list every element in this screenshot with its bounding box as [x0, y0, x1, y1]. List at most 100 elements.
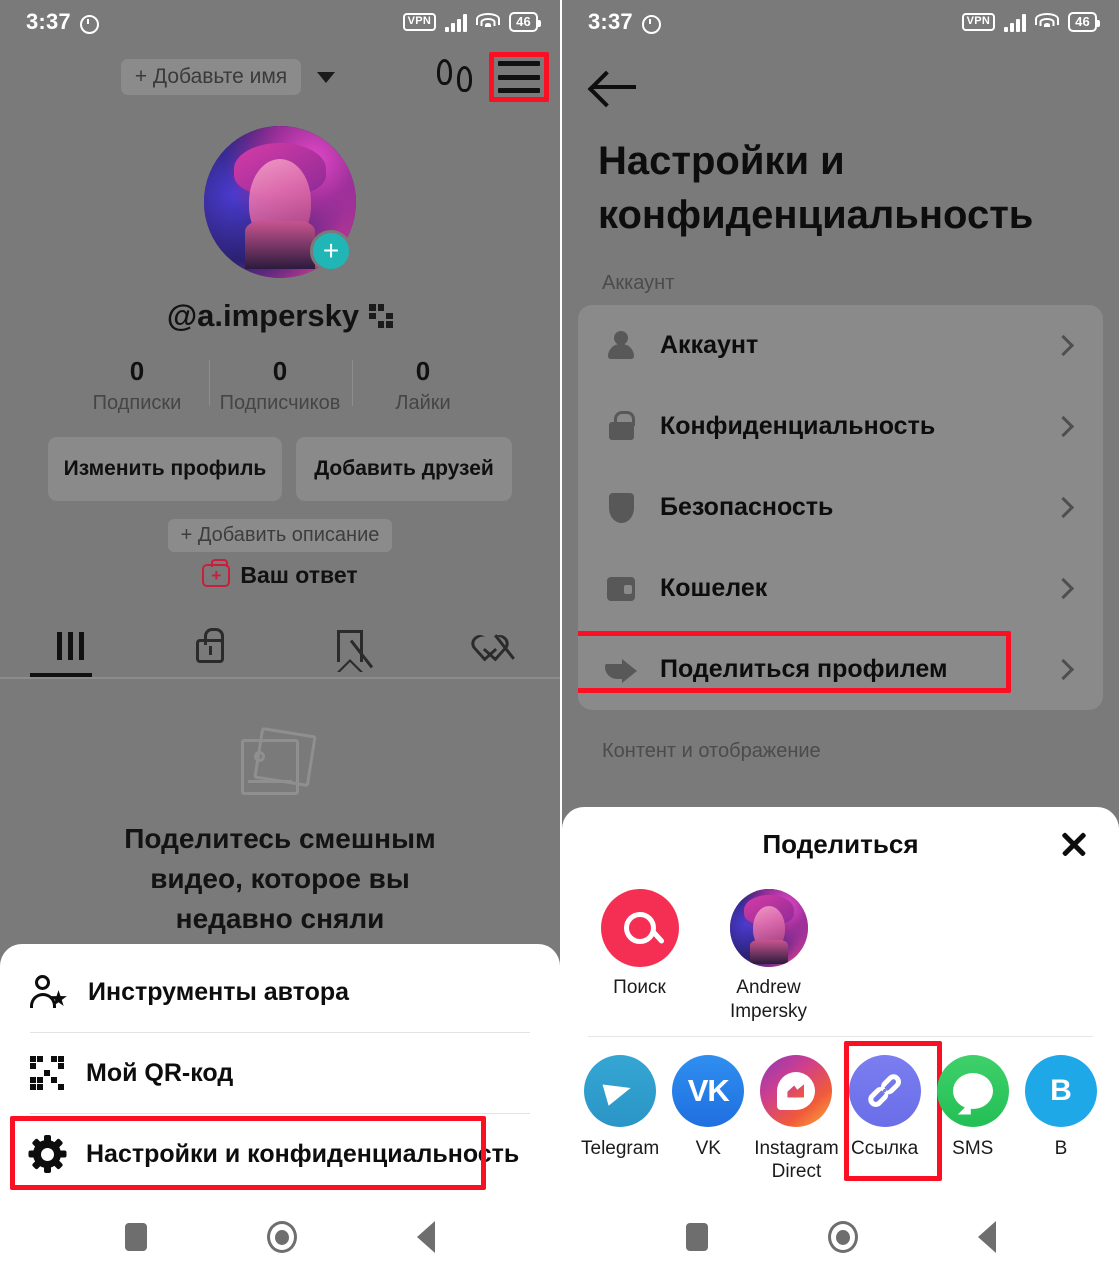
- your-answer-button[interactable]: + Ваш ответ: [0, 559, 560, 589]
- recents-square-icon[interactable]: [685, 1223, 708, 1251]
- battery-icon: 46: [1068, 11, 1100, 33]
- alarm-icon: [78, 12, 99, 34]
- instagram-direct-icon: [760, 1054, 833, 1127]
- app-label: VK: [695, 1137, 721, 1159]
- add-name-button[interactable]: + Добавьте имя: [120, 59, 302, 95]
- footprints-icon[interactable]: [436, 57, 480, 97]
- profile-tabs: [0, 615, 560, 679]
- stat-following[interactable]: 0 Подписки: [66, 356, 209, 415]
- sheet-item-settings-privacy[interactable]: Настройки и конфиденциальность: [0, 1114, 560, 1194]
- contact-label: Поиск: [613, 977, 666, 998]
- close-icon[interactable]: [1059, 829, 1089, 859]
- left-screen-profile: 3:37 VPN 46 + Добавьте имя + @a.impersky…: [0, 0, 560, 1280]
- section-label-content: Контент и отображение: [602, 740, 821, 762]
- person-star-icon: ★: [30, 974, 67, 1010]
- qr-code-icon: [30, 1056, 64, 1090]
- liked-tab[interactable]: [420, 615, 560, 677]
- back-triangle-icon[interactable]: [977, 1221, 996, 1253]
- status-bar-right: 3:37 VPN 46: [562, 0, 1119, 44]
- stat-label: Подписчиков: [219, 392, 341, 414]
- shield-icon: [604, 492, 638, 523]
- share-app-more[interactable]: B B: [1017, 1054, 1105, 1185]
- highlight-box-settings: [10, 1116, 486, 1190]
- highlight-box-menu: [488, 52, 549, 102]
- empty-line-3: недавно сняли: [175, 902, 385, 934]
- settings-row-label: Конфиденциальность: [660, 412, 936, 440]
- highlight-box-link: [843, 1040, 942, 1181]
- back-triangle-icon[interactable]: [417, 1221, 435, 1253]
- stat-followers[interactable]: 0 Подписчиков: [208, 356, 352, 415]
- battery-icon: 46: [509, 11, 541, 33]
- contact-avatar: [729, 889, 808, 967]
- lock-icon: [196, 628, 224, 663]
- home-circle-icon[interactable]: [827, 1221, 858, 1253]
- signal-icon: [1004, 13, 1027, 32]
- app-label: SMS: [952, 1137, 994, 1159]
- chevron-down-icon[interactable]: [317, 71, 336, 83]
- share-contacts-row: Поиск Andrew Impersky: [562, 881, 1119, 1036]
- settings-card-account: Аккаунт Конфиденциальность Безопасность …: [578, 305, 1103, 710]
- android-navbar-left: [0, 1194, 560, 1280]
- status-bar-right-group: VPN 46: [961, 11, 1100, 33]
- share-app-vk[interactable]: VK VK: [664, 1054, 752, 1185]
- stat-label: Лайки: [395, 392, 451, 414]
- share-app-sms[interactable]: SMS: [929, 1054, 1017, 1185]
- settings-row-account[interactable]: Аккаунт: [578, 305, 1103, 386]
- search-icon: [600, 889, 679, 967]
- private-tab[interactable]: [140, 615, 280, 677]
- sheet-item-label: Мой QR-код: [86, 1058, 234, 1087]
- hamburger-menu-button[interactable]: [488, 52, 549, 102]
- alarm-icon: [640, 12, 661, 34]
- wifi-icon: [1035, 12, 1060, 32]
- status-bar-left: 3:37 VPN 46: [0, 0, 560, 44]
- share-sheet-header: Поделиться: [562, 807, 1119, 881]
- saved-tab[interactable]: [280, 615, 420, 677]
- share-contact-andrew[interactable]: Andrew Impersky: [717, 889, 820, 1024]
- status-bar-left-group: 3:37: [588, 9, 661, 35]
- app-label: Telegram: [581, 1137, 660, 1159]
- home-circle-icon[interactable]: [267, 1221, 297, 1253]
- profile-action-buttons: Изменить профиль Добавить друзей: [0, 437, 560, 501]
- avatar-container[interactable]: +: [204, 126, 356, 278]
- qr-code-icon[interactable]: [369, 304, 394, 328]
- sheet-item-creator-tools[interactable]: ★ Инструменты автора: [0, 952, 560, 1032]
- settings-row-label: Кошелек: [660, 574, 768, 602]
- dual-screenshot-container: 3:37 VPN 46 + Добавьте имя + @a.impersky…: [0, 0, 1119, 1280]
- share-app-link[interactable]: Ссылка: [841, 1040, 942, 1185]
- settings-row-wallet[interactable]: Кошелек: [578, 548, 1103, 629]
- share-sheet-title: Поделиться: [762, 828, 919, 859]
- person-icon: [604, 330, 638, 361]
- settings-row-share-profile[interactable]: Поделиться профилем: [578, 629, 1103, 710]
- bookmark-hidden-icon: [337, 630, 374, 669]
- chevron-right-icon: [1052, 658, 1075, 681]
- empty-state-text: Поделитесь смешным видео, которое вы нед…: [0, 819, 560, 938]
- stat-value: 0: [272, 356, 288, 386]
- empty-line-2: видео, которое вы: [150, 862, 410, 894]
- more-app-icon: B: [1024, 1054, 1097, 1127]
- stat-likes[interactable]: 0 Лайки: [351, 356, 495, 415]
- stat-label: Подписки: [92, 392, 182, 414]
- status-time: 3:37: [588, 9, 633, 34]
- signal-icon: [445, 13, 468, 32]
- share-contact-search[interactable]: Поиск: [588, 889, 691, 1024]
- empty-state: Поделитесь смешным видео, которое вы нед…: [0, 726, 560, 938]
- handle-row: @a.impersky: [0, 298, 560, 334]
- share-app-telegram[interactable]: Telegram: [576, 1054, 664, 1185]
- section-label-account: Аккаунт: [602, 272, 675, 294]
- back-arrow-icon[interactable]: [592, 70, 638, 104]
- posts-tab[interactable]: [0, 615, 140, 677]
- recents-square-icon[interactable]: [125, 1223, 147, 1251]
- settings-row-privacy[interactable]: Конфиденциальность: [578, 386, 1103, 467]
- edit-profile-button[interactable]: Изменить профиль: [48, 437, 282, 501]
- share-app-instagram-direct[interactable]: Instagram Direct: [752, 1054, 840, 1185]
- chevron-right-icon: [1052, 415, 1075, 438]
- contact-label: Andrew Impersky: [729, 977, 808, 1022]
- android-navbar-right: [562, 1194, 1119, 1280]
- add-friends-button[interactable]: Добавить друзей: [296, 437, 512, 501]
- sheet-item-my-qr-code[interactable]: Мой QR-код: [0, 1033, 560, 1113]
- add-bio-button[interactable]: + Добавить описание: [167, 519, 393, 552]
- stat-value: 0: [129, 356, 145, 386]
- add-story-button[interactable]: +: [310, 230, 352, 272]
- settings-row-security[interactable]: Безопасность: [578, 467, 1103, 548]
- share-bottom-sheet: Поделиться Поиск Andrew Impersky Telegra…: [562, 807, 1119, 1194]
